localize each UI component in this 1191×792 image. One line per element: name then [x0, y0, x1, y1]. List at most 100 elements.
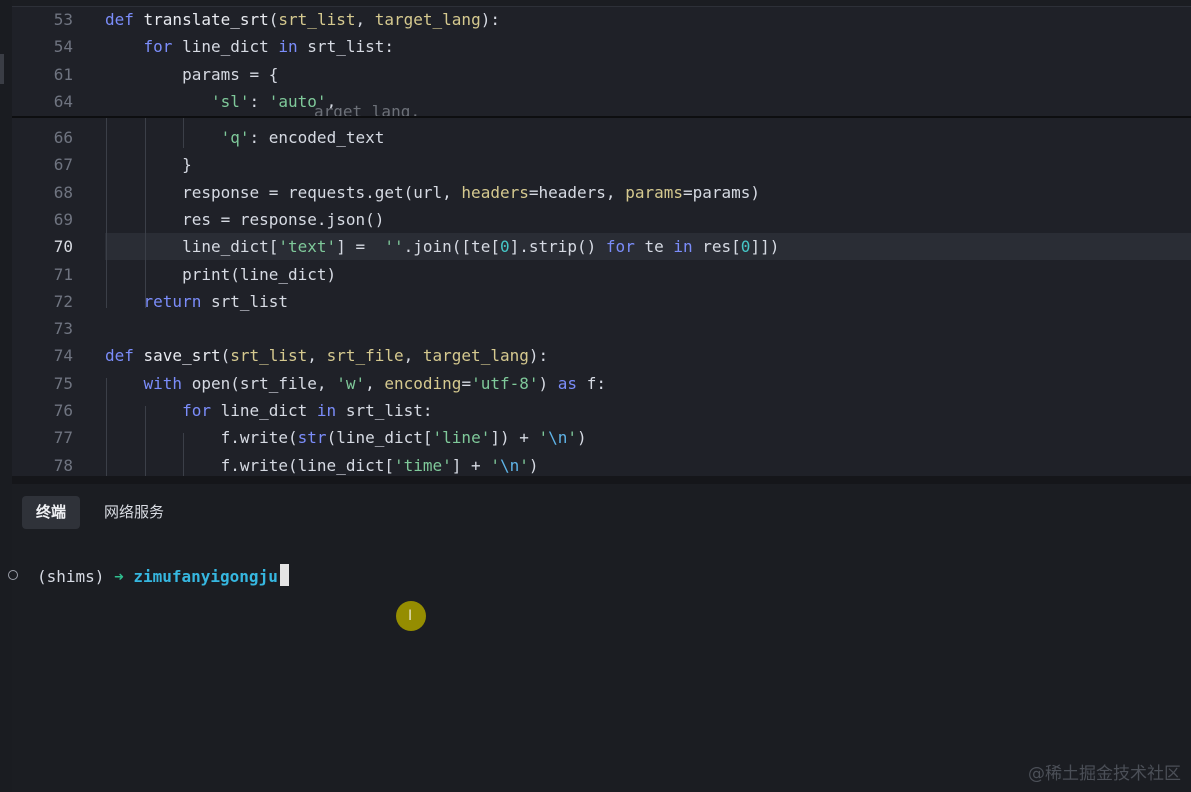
code-line[interactable]: 75 with open(srt_file, 'w', encoding='ut…	[12, 370, 1191, 397]
code-token: target_lang	[422, 346, 529, 366]
prompt-directory: zimufanyigongju	[123, 567, 278, 586]
line-number: 77	[53, 428, 73, 448]
code-token: : encoded_text	[249, 128, 385, 147]
code-token: in	[316, 401, 346, 420]
code-token: ,	[307, 346, 327, 366]
code-token: save_srt	[143, 346, 221, 366]
line-number: 73	[53, 319, 73, 339]
panel-divider[interactable]	[12, 476, 1191, 484]
code-line[interactable]: 53 def translate_srt(srt_list, target_lan…	[12, 6, 1191, 33]
code-line[interactable]: 54 for line_dict in srt_list:	[12, 33, 1191, 60]
code-text[interactable]: 'q': encoded_text	[105, 124, 385, 151]
code-token: f:	[586, 373, 606, 393]
code-text[interactable]: print(line_dict)	[105, 261, 336, 288]
code-text[interactable]: with open(srt_file, 'w', encoding='utf-8…	[105, 370, 606, 397]
prompt-status-icon	[8, 570, 18, 580]
code-token: ''	[384, 237, 404, 257]
code-token: for	[143, 37, 183, 57]
code-token: )	[528, 455, 539, 475]
line-number: 54	[53, 37, 73, 57]
left-gutter	[0, 0, 12, 792]
indent-guide	[183, 433, 184, 476]
code-token: srt_list	[230, 346, 308, 366]
code-token: encoding	[384, 373, 462, 393]
scrolled-ghost-text: arget_lang,	[314, 104, 420, 116]
line-number: 68	[53, 182, 73, 202]
code-token: srt_list:	[345, 401, 433, 420]
code-line[interactable]: 77 f.write(str(line_dict['line']) + '\n'…	[12, 424, 1191, 451]
code-token: \n	[548, 428, 568, 448]
code-token: for	[182, 401, 221, 420]
code-text[interactable]: f.write(str(line_dict['line']) + '\n')	[105, 424, 587, 451]
line-number: 72	[53, 291, 73, 311]
tab-terminal[interactable]: 终端	[22, 496, 81, 529]
code-token: '	[490, 455, 500, 475]
code-token: def	[105, 346, 144, 366]
code-token: ):	[480, 10, 500, 29]
code-token: f.write(	[105, 428, 298, 448]
code-line[interactable]: 68 response = requests.get(url, headers=…	[12, 179, 1191, 206]
indent-guide	[183, 118, 184, 148]
line-number: 61	[53, 64, 73, 84]
code-line[interactable]: 73	[12, 315, 1191, 342]
code-text[interactable]: for line_dict in srt_list:	[105, 397, 433, 424]
code-line[interactable]: 69 res = response.json()	[12, 206, 1191, 233]
code-token: response = requests.get(url,	[105, 182, 462, 202]
line-number: 75	[53, 373, 73, 393]
code-line[interactable]: 66 'q': encoded_text	[12, 124, 1191, 151]
code-token: open(srt_file,	[191, 373, 337, 393]
line-number: 66	[53, 128, 73, 147]
code-token: in	[278, 37, 308, 57]
code-text[interactable]: response = requests.get(url, headers=hea…	[105, 179, 760, 206]
code-token: res = response.json()	[105, 209, 385, 229]
code-text[interactable]: for line_dict in srt_list:	[105, 33, 394, 60]
code-line[interactable]: 72 return srt_list	[12, 288, 1191, 315]
code-text[interactable]: f.write(line_dict['time'] + '\n')	[105, 452, 539, 476]
code-token: ,	[355, 10, 375, 29]
code-text[interactable]: res = response.json()	[105, 206, 384, 233]
code-text[interactable]: 'sl': 'auto',	[105, 88, 336, 115]
code-token: }	[105, 155, 192, 175]
code-token: line_dict	[182, 37, 279, 57]
line-number: 70	[53, 237, 73, 257]
code-text[interactable]: def translate_srt(srt_list, target_lang)…	[105, 6, 500, 33]
code-token: headers	[461, 182, 529, 202]
code-line[interactable]: 70 line_dict['text'] = ''.join([te[0].st…	[12, 233, 1191, 261]
code-editor[interactable]: 53 def translate_srt(srt_list, target_lan…	[12, 6, 1191, 476]
sticky-separator	[12, 116, 1191, 118]
code-token: in	[673, 237, 703, 257]
code-text[interactable]: line_dict['text'] = ''.join([te[0].strip…	[105, 233, 779, 260]
code-token: '	[519, 455, 529, 475]
code-line[interactable]: 64 'sl': 'auto',	[12, 88, 1191, 115]
code-token: =params)	[682, 182, 761, 202]
code-token: str	[297, 428, 327, 448]
code-token: '	[567, 428, 578, 448]
code-text[interactable]: return srt_list	[105, 288, 289, 315]
code-token: srt_list	[210, 291, 289, 311]
code-token: 'line'	[432, 428, 491, 448]
line-number: 76	[53, 401, 73, 420]
code-token: for	[605, 237, 645, 257]
indent-guide	[106, 378, 107, 476]
code-text[interactable]: }	[105, 151, 192, 178]
code-text[interactable]: def save_srt(srt_list, srt_file, target_…	[105, 342, 548, 369]
code-token: ,	[365, 373, 385, 393]
terminal-panel[interactable]: 终端 网络服务	[12, 484, 1191, 792]
code-line[interactable]: 76 for line_dict in srt_list:	[12, 397, 1191, 424]
code-line[interactable]: 61 params = {	[12, 61, 1191, 88]
code-text[interactable]: params = {	[105, 61, 278, 88]
code-line[interactable]: 74 def save_srt(srt_list, srt_file, targe…	[12, 342, 1191, 369]
code-token: te	[644, 237, 674, 257]
code-token: target_lang	[374, 10, 481, 29]
code-token: with	[143, 373, 192, 393]
code-line[interactable]: 71 print(line_dict)	[12, 261, 1191, 288]
code-line[interactable]: 67 }	[12, 151, 1191, 178]
code-token: )	[538, 373, 558, 393]
tab-network-services[interactable]: 网络服务	[90, 496, 178, 529]
code-line[interactable]: 78 f.write(line_dict['time'] + '\n')	[12, 452, 1191, 476]
